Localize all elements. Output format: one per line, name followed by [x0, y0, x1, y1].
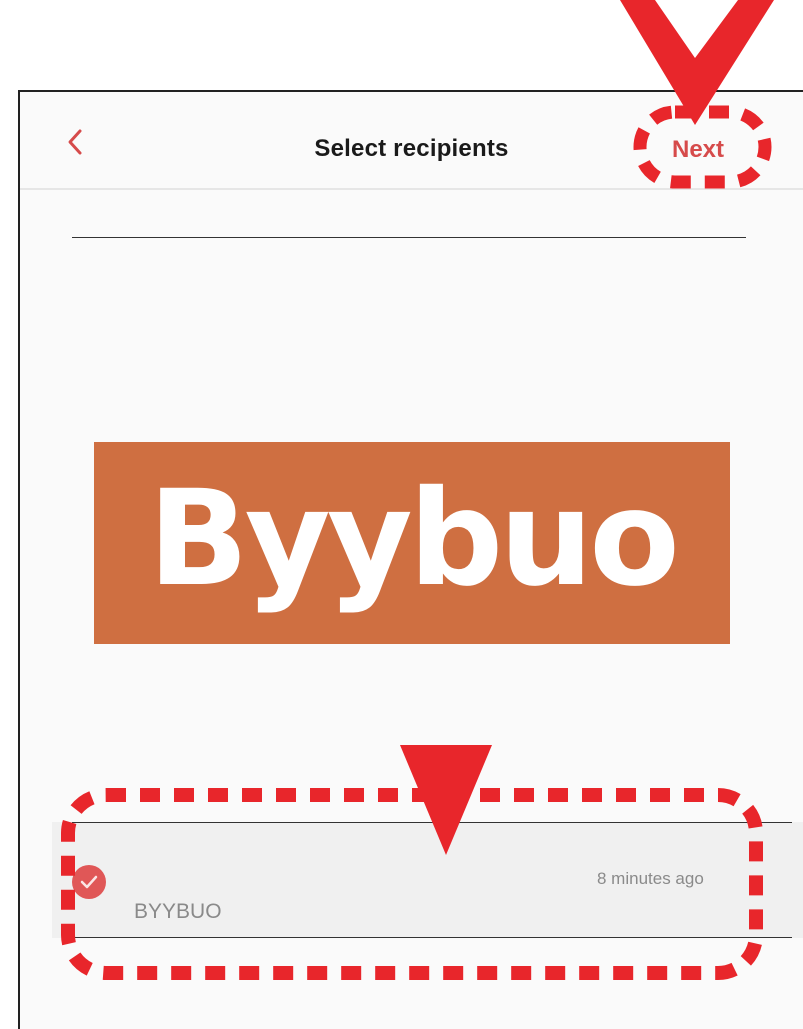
row-divider-top — [72, 822, 792, 823]
navigation-bar: Select recipients Next — [20, 92, 803, 190]
recipient-timestamp: 8 minutes ago — [597, 869, 704, 888]
divider — [72, 237, 746, 238]
logo-text: Byybuo — [148, 462, 680, 616]
recipient-logo: Byybuo — [94, 442, 730, 644]
app-screen: Select recipients Next Byybuo BYYBUO 8 m… — [18, 90, 803, 1029]
recipient-row[interactable]: BYYBUO 8 minutes ago — [52, 822, 803, 938]
next-button[interactable]: Next — [672, 136, 724, 164]
checkmark-icon — [80, 875, 98, 889]
checkmark-circle-icon[interactable] — [72, 865, 106, 899]
row-divider-bottom — [72, 937, 792, 938]
recipient-name: BYYBUO — [134, 900, 222, 923]
